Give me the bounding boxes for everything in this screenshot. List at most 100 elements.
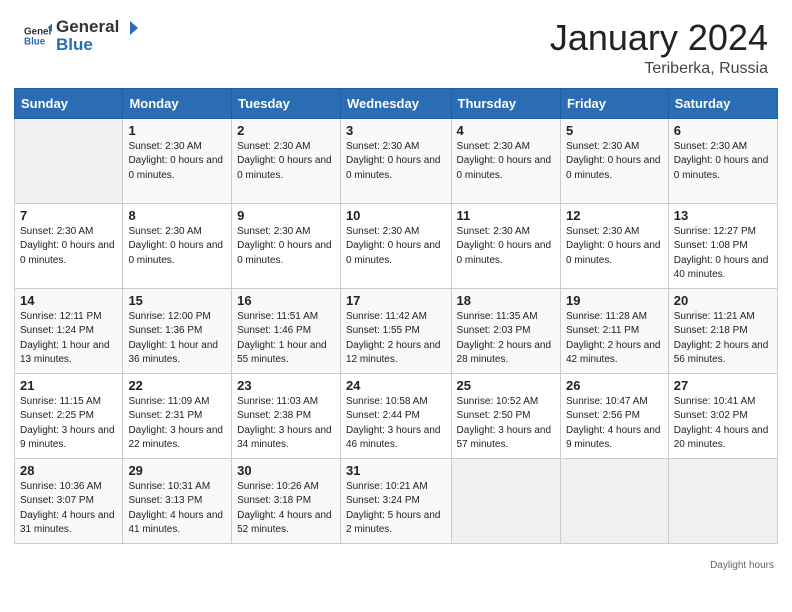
day-number: 7: [20, 208, 117, 223]
day-number: 24: [346, 378, 446, 393]
day-number: 12: [566, 208, 663, 223]
day-cell: 25 Sunrise: 10:52 AM Sunset: 2:50 PM Dayl…: [451, 373, 560, 458]
day-info: Sunset: 2:30 AM Daylight: 0 hours and 0 …: [128, 140, 226, 184]
day-cell: 13 Sunrise: 12:27 PM Sunset: 1:08 PM Dayl…: [668, 203, 777, 288]
day-number: 26: [566, 378, 663, 393]
day-number: 5: [566, 123, 663, 138]
day-number: 29: [128, 463, 226, 478]
day-cell: 8Sunset: 2:30 AM Daylight: 0 hours and 0…: [123, 203, 232, 288]
day-info: Sunset: 2:30 AM Daylight: 0 hours and 0 …: [566, 140, 663, 184]
svg-text:Blue: Blue: [24, 37, 46, 48]
day-cell: 16 Sunrise: 11:51 AM Sunset: 1:46 PM Dayl…: [232, 288, 341, 373]
title-block: January 2024 Teriberka, Russia: [550, 18, 768, 78]
day-info: Sunrise: 10:31 AM Sunset: 3:13 PM Daylig…: [128, 480, 226, 538]
day-number: 25: [457, 378, 555, 393]
week-row-5: 28 Sunrise: 10:36 AM Sunset: 3:07 PM Dayl…: [15, 458, 778, 543]
day-info: Sunrise: 12:11 PM Sunset: 1:24 PM Daylig…: [20, 310, 117, 368]
day-info: Sunset: 2:30 AM Daylight: 0 hours and 0 …: [128, 225, 226, 269]
day-number: 13: [674, 208, 772, 223]
calendar-body: 1 Sunset: 2:30 AM Daylight: 0 hours and 0…: [15, 118, 778, 543]
day-cell: 26 Sunrise: 10:47 AM Sunset: 2:56 PM Dayl…: [560, 373, 668, 458]
day-info: Sunset: 2:30 AM Daylight: 0 hours and 0 …: [237, 225, 335, 269]
weekday-sunday: Sunday: [15, 88, 123, 118]
day-cell: 6Sunset: 2:30 AM Daylight: 0 hours and 0…: [668, 118, 777, 203]
day-number: 2: [237, 123, 335, 138]
day-cell: [15, 118, 123, 203]
day-info: Sunset: 2:30 AM Daylight: 0 hours and 0 …: [566, 225, 663, 269]
day-info: Sunrise: 11:21 AM Sunset: 2:18 PM Daylig…: [674, 310, 772, 368]
day-info: Sunrise: 11:09 AM Sunset: 2:31 PM Daylig…: [128, 395, 226, 453]
weekday-wednesday: Wednesday: [340, 88, 451, 118]
logo-blue: Blue: [56, 35, 139, 55]
day-info: Sunrise: 12:00 PM Sunset: 1:36 PM Daylig…: [128, 310, 226, 368]
day-info: Sunrise: 10:52 AM Sunset: 2:50 PM Daylig…: [457, 395, 555, 453]
day-cell: 18 Sunrise: 11:35 AM Sunset: 2:03 PM Dayl…: [451, 288, 560, 373]
day-cell: 2Sunset: 2:30 AM Daylight: 0 hours and 0…: [232, 118, 341, 203]
week-row-1: 1 Sunset: 2:30 AM Daylight: 0 hours and 0…: [15, 118, 778, 203]
day-number: 4: [457, 123, 555, 138]
day-info: Sunrise: 11:51 AM Sunset: 1:46 PM Daylig…: [237, 310, 335, 368]
logo-icon: General Blue: [24, 22, 52, 50]
day-cell: 27 Sunrise: 10:41 AM Sunset: 3:02 PM Dayl…: [668, 373, 777, 458]
day-info: Sunset: 2:30 AM Daylight: 0 hours and 0 …: [457, 140, 555, 184]
week-row-4: 21Sunrise: 11:15 AM Sunset: 2:25 PM Dayl…: [15, 373, 778, 458]
day-cell: [451, 458, 560, 543]
day-info: Sunrise: 12:27 PM Sunset: 1:08 PM Daylig…: [674, 225, 772, 283]
day-cell: 4 Sunset: 2:30 AM Daylight: 0 hours and 0…: [451, 118, 560, 203]
day-cell: 19 Sunrise: 11:28 AM Sunset: 2:11 PM Dayl…: [560, 288, 668, 373]
calendar-table: SundayMondayTuesdayWednesdayThursdayFrid…: [14, 88, 778, 544]
day-number: 18: [457, 293, 555, 308]
day-info: Sunset: 2:30 AM Daylight: 0 hours and 0 …: [674, 140, 772, 184]
day-info: Sunrise: 11:42 AM Sunset: 1:55 PM Daylig…: [346, 310, 446, 368]
day-cell: 24 Sunrise: 10:58 AM Sunset: 2:44 PM Dayl…: [340, 373, 451, 458]
day-cell: 20 Sunrise: 11:21 AM Sunset: 2:18 PM Dayl…: [668, 288, 777, 373]
day-cell: 7Sunset: 2:30 AM Daylight: 0 hours and 0…: [15, 203, 123, 288]
day-cell: 31Sunrise: 10:21 AM Sunset: 3:24 PM Dayl…: [340, 458, 451, 543]
logo-general: General: [56, 17, 119, 36]
weekday-saturday: Saturday: [668, 88, 777, 118]
day-number: 3: [346, 123, 446, 138]
day-info: Sunset: 2:30 AM Daylight: 0 hours and 0 …: [346, 140, 446, 184]
page-header: General Blue General Blue January 2024 T…: [0, 0, 792, 88]
day-info: Sunrise: 11:35 AM Sunset: 2:03 PM Daylig…: [457, 310, 555, 368]
day-info: Sunset: 2:30 AM Daylight: 0 hours and 0 …: [346, 225, 446, 269]
day-cell: [668, 458, 777, 543]
day-info: Sunrise: 10:58 AM Sunset: 2:44 PM Daylig…: [346, 395, 446, 453]
day-info: Sunrise: 11:28 AM Sunset: 2:11 PM Daylig…: [566, 310, 663, 368]
day-number: 28: [20, 463, 117, 478]
day-cell: 15 Sunrise: 12:00 PM Sunset: 1:36 PM Dayl…: [123, 288, 232, 373]
week-row-2: 7 Sunset: 2:30 AM Daylight: 0 hours and 0…: [15, 203, 778, 288]
weekday-friday: Friday: [560, 88, 668, 118]
month-title: January 2024: [550, 18, 768, 58]
day-cell: 12 Sunset: 2:30 AM Daylight: 0 hours and …: [560, 203, 668, 288]
week-row-3: 14Sunrise: 12:11 PM Sunset: 1:24 PM Dayl…: [15, 288, 778, 373]
day-info: Sunrise: 10:47 AM Sunset: 2:56 PM Daylig…: [566, 395, 663, 453]
day-cell: 30Sunrise: 10:26 AM Sunset: 3:18 PM Dayl…: [232, 458, 341, 543]
weekday-thursday: Thursday: [451, 88, 560, 118]
day-number: 16: [237, 293, 335, 308]
day-cell: 28 Sunrise: 10:36 AM Sunset: 3:07 PM Dayl…: [15, 458, 123, 543]
day-number: 23: [237, 378, 335, 393]
day-number: 19: [566, 293, 663, 308]
weekday-monday: Monday: [123, 88, 232, 118]
day-cell: 9Sunset: 2:30 AM Daylight: 0 hours and 0…: [232, 203, 341, 288]
day-number: 15: [128, 293, 226, 308]
day-number: 30: [237, 463, 335, 478]
day-cell: 22 Sunrise: 11:09 AM Sunset: 2:31 PM Dayl…: [123, 373, 232, 458]
location-title: Teriberka, Russia: [550, 60, 768, 78]
day-info: Sunrise: 11:03 AM Sunset: 2:38 PM Daylig…: [237, 395, 335, 453]
calendar-wrap: SundayMondayTuesdayWednesdayThursdayFrid…: [0, 88, 792, 558]
day-number: 27: [674, 378, 772, 393]
day-info: Sunrise: 10:41 AM Sunset: 3:02 PM Daylig…: [674, 395, 772, 453]
day-number: 1: [128, 123, 226, 138]
day-info: Sunrise: 10:36 AM Sunset: 3:07 PM Daylig…: [20, 480, 117, 538]
logo: General Blue General Blue: [24, 18, 139, 55]
day-number: 22: [128, 378, 226, 393]
day-cell: 3 Sunset: 2:30 AM Daylight: 0 hours and 0…: [340, 118, 451, 203]
day-cell: 17Sunrise: 11:42 AM Sunset: 1:55 PM Dayl…: [340, 288, 451, 373]
day-info: Sunrise: 11:15 AM Sunset: 2:25 PM Daylig…: [20, 395, 117, 453]
weekday-tuesday: Tuesday: [232, 88, 341, 118]
logo-arrow-icon: [120, 19, 138, 37]
footer-note: Daylight hours: [0, 558, 792, 575]
day-number: 20: [674, 293, 772, 308]
